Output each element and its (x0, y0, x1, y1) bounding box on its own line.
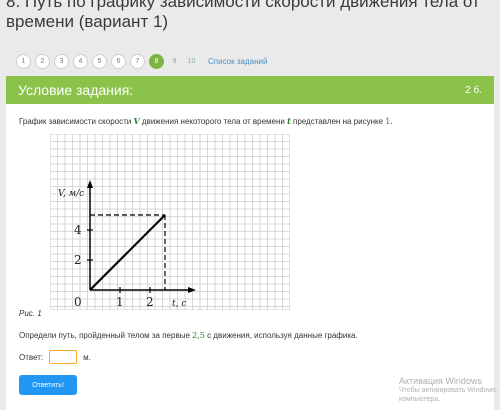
page-link-10[interactable]: 10 (185, 55, 198, 68)
task-card: Условие задания: 2 б. График зависимости… (6, 76, 494, 410)
answer-row: Ответ: м. (19, 349, 91, 365)
page-link-8-current[interactable]: 8 (149, 53, 164, 69)
velocity-graph-svg: V, м/с t, с 0 2 4 1 2 (49, 133, 291, 311)
question-text: Определи путь, пройденный телом за первы… (19, 331, 358, 340)
figure-caption: Рис. 1 (19, 309, 42, 318)
x-tick-label-1: 1 (116, 295, 124, 309)
y-tick-label-4: 4 (74, 223, 82, 237)
page-link-9[interactable]: 9 (168, 55, 181, 68)
page-link-5[interactable]: 5 (92, 53, 107, 69)
question-part-2: с движения, используя данные графика. (204, 331, 358, 340)
x-axis-label: t, с (172, 299, 186, 309)
y-axis-label: V, м/с (58, 189, 84, 199)
submit-button[interactable]: Ответить! (19, 375, 77, 395)
windows-activation-watermark: Активация Windows Чтобы активировать Win… (399, 376, 499, 404)
question-value: 2,5 (192, 331, 205, 340)
task-text-2: движения некоторого тела от времени (139, 117, 288, 126)
page-link-4[interactable]: 4 (73, 53, 88, 69)
velocity-graph: V, м/с t, с 0 2 4 1 2 (49, 133, 291, 315)
origin-label: 0 (74, 295, 82, 309)
answer-label: Ответ: (19, 352, 44, 362)
task-text-end: . (390, 117, 393, 126)
y-tick-label-2: 2 (74, 253, 82, 267)
task-card-header: Условие задания: 2 б. (6, 76, 494, 104)
task-statement: График зависимости скорости V движения н… (19, 116, 393, 126)
task-header-title: Условие задания: (18, 82, 134, 98)
page-link-7[interactable]: 7 (130, 53, 145, 69)
page-link-1[interactable]: 1 (16, 53, 31, 69)
answer-unit: м. (83, 352, 91, 362)
question-part-1: Определи путь, пройденный телом за первы… (19, 331, 193, 340)
x-tick-label-2: 2 (146, 295, 154, 309)
watermark-title: Активация Windows (399, 376, 482, 386)
task-pager: 1 2 3 4 5 6 7 8 9 10 Список заданий (16, 52, 267, 70)
page-link-6[interactable]: 6 (111, 53, 126, 69)
task-text-1: График зависимости скорости (19, 117, 134, 126)
task-score: 2 б. (465, 84, 482, 96)
watermark-subtitle: Чтобы активировать Windows, компьютера. (399, 387, 498, 403)
page-link-3[interactable]: 3 (54, 53, 69, 69)
answer-input[interactable] (49, 350, 78, 364)
task-list-link[interactable]: Список заданий (208, 57, 267, 66)
page-title: 8. Путь по графику зависимости скорости … (6, 0, 480, 31)
graph-grid (49, 133, 291, 311)
task-text-3: представлен на рисунке (290, 117, 386, 126)
page-link-2[interactable]: 2 (35, 53, 50, 69)
